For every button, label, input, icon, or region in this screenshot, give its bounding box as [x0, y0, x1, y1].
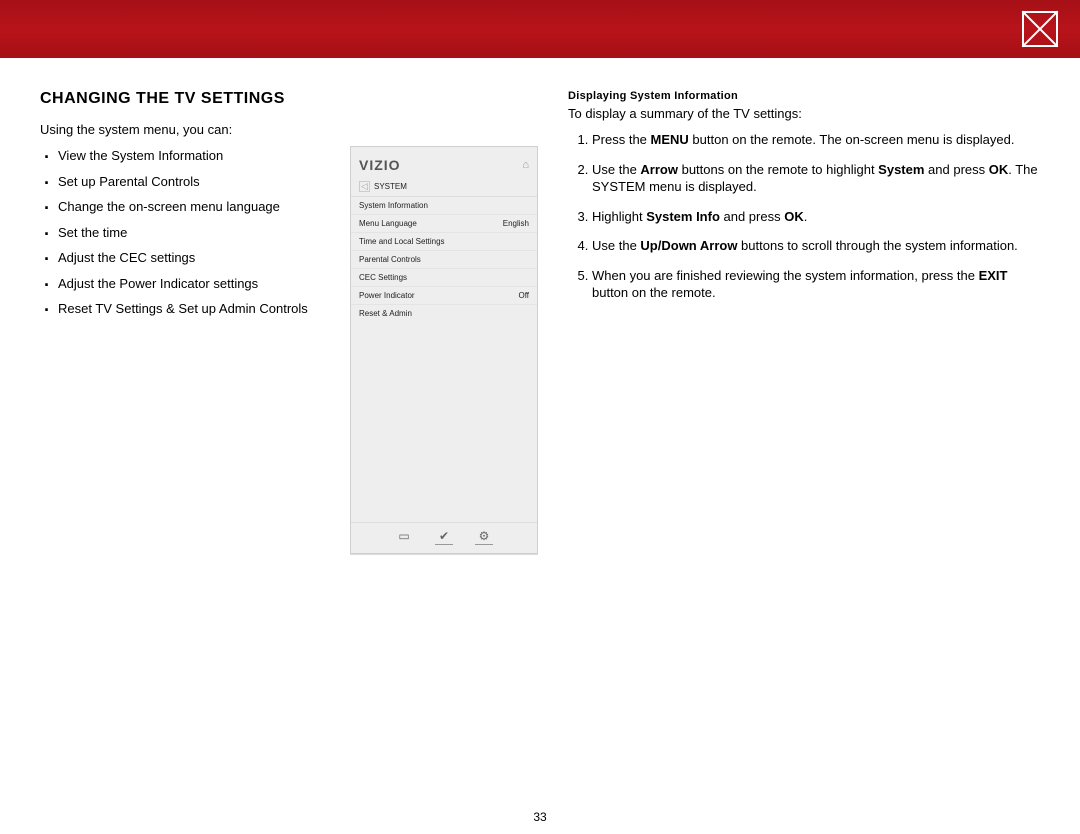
bold-keyword: Up/Down Arrow: [640, 238, 737, 253]
bold-keyword: EXIT: [979, 268, 1008, 283]
middle-column: VIZIO ⌂ ◁ SYSTEM System Information Menu …: [350, 90, 538, 554]
chapter-marker: [1022, 11, 1058, 47]
osd-blank-area: [351, 322, 537, 522]
osd-item-value: English: [503, 219, 529, 228]
osd-menu-item: Time and Local Settings: [351, 233, 537, 251]
step-item: Use the Arrow buttons on the remote to h…: [592, 161, 1040, 196]
step-item: When you are finished reviewing the syst…: [592, 267, 1040, 302]
step-item: Press the MENU button on the remote. The…: [592, 131, 1040, 149]
subsection-intro: To display a summary of the TV settings:: [568, 106, 1040, 121]
bullet-item: Adjust the CEC settings: [58, 249, 320, 267]
osd-menu-item: CEC Settings: [351, 269, 537, 287]
osd-breadcrumb: ◁ SYSTEM: [351, 179, 537, 197]
osd-menu-item: Power Indicator Off: [351, 287, 537, 305]
osd-item-label: Time and Local Settings: [359, 237, 445, 246]
v-icon: ✔: [435, 529, 453, 545]
bullet-item: Change the on-screen menu language: [58, 198, 320, 216]
bullet-item: View the System Information: [58, 147, 320, 165]
gear-icon: ⚙: [475, 529, 493, 545]
osd-menu-item: Parental Controls: [351, 251, 537, 269]
osd-logo: VIZIO: [359, 157, 401, 173]
osd-item-value: Off: [518, 291, 529, 300]
left-column: CHANGING THE TV SETTINGS Using the syste…: [40, 90, 320, 554]
bold-keyword: System: [878, 162, 924, 177]
bullet-item: Reset TV Settings & Set up Admin Control…: [58, 300, 320, 318]
bold-keyword: OK: [989, 162, 1009, 177]
osd-menu-list: System Information Menu Language English Ti…: [351, 197, 537, 322]
bullet-item: Adjust the Power Indicator settings: [58, 275, 320, 293]
osd-item-label: Menu Language: [359, 219, 417, 228]
osd-menu-item: Menu Language English: [351, 215, 537, 233]
osd-menu-item: System Information: [351, 197, 537, 215]
osd-item-label: System Information: [359, 201, 428, 210]
osd-item-label: Parental Controls: [359, 255, 421, 264]
section-title: CHANGING THE TV SETTINGS: [40, 90, 320, 108]
step-item: Use the Up/Down Arrow buttons to scroll …: [592, 237, 1040, 255]
page-number: 33: [533, 810, 546, 824]
osd-menu-item: Reset & Admin: [351, 305, 537, 322]
osd-breadcrumb-label: SYSTEM: [374, 182, 407, 191]
right-column: Displaying System Information To display…: [568, 90, 1040, 554]
osd-footer: ▭ ✔ ⚙: [351, 522, 537, 553]
bullet-item: Set up Parental Controls: [58, 173, 320, 191]
osd-item-label: Power Indicator: [359, 291, 415, 300]
page-header: [0, 0, 1080, 58]
back-arrow-icon: ◁: [359, 181, 370, 192]
step-item: Highlight System Info and press OK.: [592, 208, 1040, 226]
bold-keyword: OK: [784, 209, 804, 224]
page-body: CHANGING THE TV SETTINGS Using the syste…: [0, 58, 1080, 834]
subsection-heading: Displaying System Information: [568, 90, 1040, 102]
osd-item-label: Reset & Admin: [359, 309, 412, 318]
wide-icon: ▭: [395, 529, 413, 545]
bullet-item: Set the time: [58, 224, 320, 242]
feature-bullets: View the System Information Set up Parent…: [40, 147, 320, 318]
home-icon: ⌂: [522, 159, 529, 171]
steps-list: Press the MENU button on the remote. The…: [568, 131, 1040, 302]
osd-screenshot: VIZIO ⌂ ◁ SYSTEM System Information Menu …: [350, 146, 538, 554]
bold-keyword: Arrow: [640, 162, 678, 177]
osd-item-label: CEC Settings: [359, 273, 407, 282]
intro-text: Using the system menu, you can:: [40, 122, 320, 137]
bold-keyword: MENU: [651, 132, 689, 147]
bold-keyword: System Info: [646, 209, 720, 224]
